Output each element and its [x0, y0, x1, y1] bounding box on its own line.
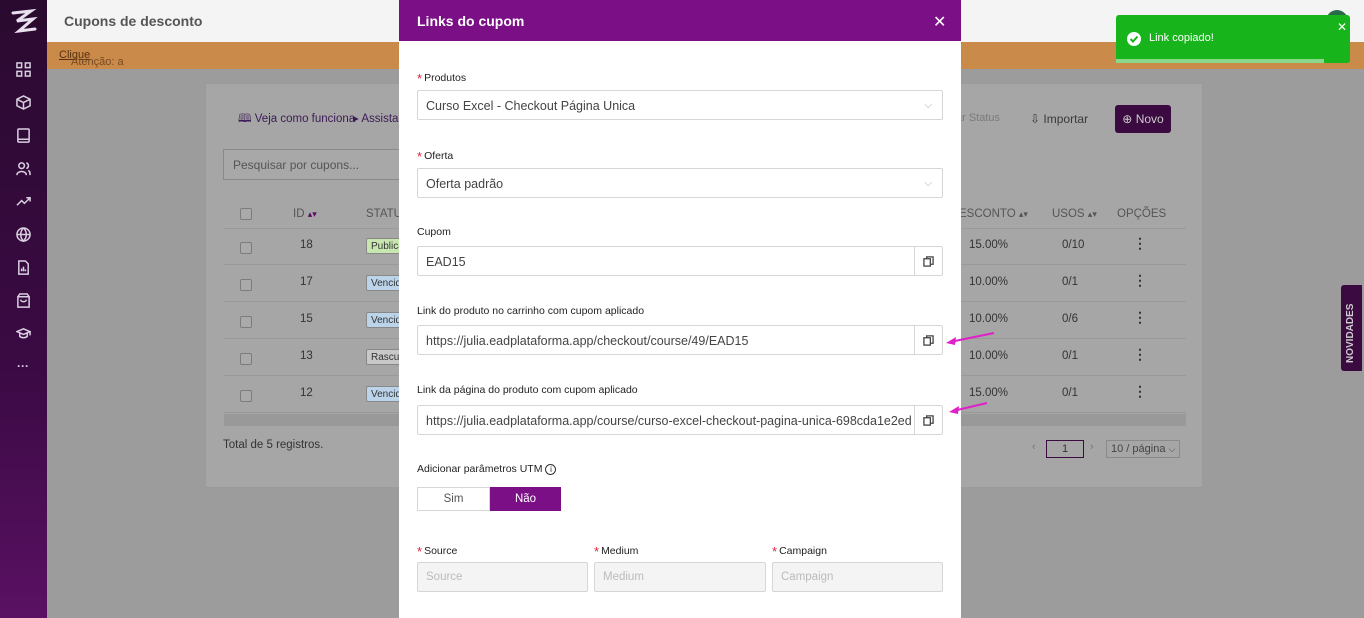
copy-icon — [923, 255, 934, 267]
prev-page-icon[interactable]: ‹ — [1032, 441, 1036, 453]
dashboard-icon[interactable] — [14, 60, 32, 78]
header-options: OPÇÕES — [1117, 208, 1167, 220]
utm-yes-option[interactable]: Sim — [417, 487, 490, 511]
row-discount: 10.00% — [969, 276, 1009, 288]
row-options-icon[interactable]: ⋮ — [1133, 272, 1147, 289]
cart-link-value: https://julia.eadplataforma.app/checkout… — [426, 334, 749, 348]
close-icon[interactable]: ✕ — [933, 12, 946, 32]
utm-toggle[interactable]: Sim Não — [417, 487, 561, 511]
product-label: * Produtos — [417, 71, 467, 86]
header-discount[interactable]: ESCONTO ▴▾ — [959, 208, 1028, 220]
search-input[interactable]: Pesquisar por cupons... — [223, 149, 403, 180]
row-options-icon[interactable]: ⋮ — [1133, 309, 1147, 326]
info-icon[interactable]: i — [545, 464, 557, 475]
globe-icon[interactable] — [14, 225, 32, 243]
sidebar: ··· — [0, 0, 47, 618]
row-uses: 0/1 — [1062, 387, 1078, 399]
offer-label: * Oferta — [417, 149, 454, 164]
graduation-cap-icon[interactable] — [14, 324, 32, 342]
row-discount: 15.00% — [969, 239, 1009, 251]
page-link-value: https://julia.eadplataforma.app/course/c… — [426, 414, 912, 428]
medium-input[interactable]: Medium — [594, 562, 766, 592]
toast-close-icon[interactable]: ✕ — [1337, 20, 1347, 34]
copy-cart-link-button[interactable] — [914, 326, 942, 354]
toast-text: Link copiado! — [1149, 32, 1214, 44]
per-page-select[interactable]: 10 / página ⌵ — [1106, 440, 1180, 458]
row-uses: 0/6 — [1062, 313, 1078, 325]
copy-coupon-button[interactable] — [914, 247, 942, 275]
more-icon[interactable]: ··· — [14, 357, 32, 375]
next-page-icon[interactable]: › — [1090, 441, 1094, 453]
row-discount: 10.00% — [969, 350, 1009, 362]
copy-icon — [923, 414, 934, 426]
assist-link[interactable]: ▸ Assista — [353, 111, 398, 125]
source-input[interactable]: Source — [417, 562, 588, 592]
annotation-arrow — [949, 402, 988, 414]
trending-icon[interactable] — [14, 192, 32, 210]
page-link-field[interactable]: https://julia.eadplataforma.app/course/c… — [417, 405, 943, 435]
status-button[interactable]: ar Status — [956, 112, 1000, 124]
row-checkbox[interactable] — [240, 316, 252, 328]
campaign-input[interactable]: Campaign — [772, 562, 943, 592]
row-id: 13 — [300, 350, 313, 362]
campaign-label: * Campaign — [772, 544, 827, 559]
new-coupon-button[interactable]: ⊕ Novo — [1115, 105, 1171, 133]
row-uses: 0/10 — [1062, 239, 1085, 251]
header-uses[interactable]: USOS ▴▾ — [1052, 208, 1097, 220]
coupon-field[interactable]: EAD15 — [417, 246, 943, 276]
utm-no-option[interactable]: Não — [490, 487, 561, 511]
utm-label: Adicionar parâmetros UTM i — [417, 463, 557, 475]
chevron-down-icon: ⌵ — [924, 100, 932, 111]
product-select[interactable]: Curso Excel - Checkout Página Unica ⌵ — [417, 90, 943, 120]
row-id: 15 — [300, 313, 313, 325]
row-checkbox[interactable] — [240, 353, 252, 365]
row-checkbox[interactable] — [240, 242, 252, 254]
row-id: 17 — [300, 276, 313, 288]
toast-notification: Link copiado! ✕ — [1116, 15, 1350, 63]
row-discount: 15.00% — [969, 387, 1009, 399]
row-options-icon[interactable]: ⋮ — [1133, 346, 1147, 363]
row-options-icon[interactable]: ⋮ — [1133, 235, 1147, 252]
coupon-label: Cupom — [417, 226, 451, 238]
modal-header: Links do cupom ✕ — [399, 0, 961, 41]
book-icon[interactable] — [14, 126, 32, 144]
toast-progress — [1116, 59, 1325, 63]
cart-link-field[interactable]: https://julia.eadplataforma.app/checkout… — [417, 325, 943, 355]
copy-page-link-button[interactable] — [914, 406, 942, 434]
offer-select[interactable]: Oferta padrão ⌵ — [417, 168, 943, 198]
row-id: 18 — [300, 239, 313, 251]
row-checkbox[interactable] — [240, 390, 252, 402]
row-options-icon[interactable]: ⋮ — [1133, 383, 1147, 400]
medium-label: * Medium — [594, 544, 639, 559]
page-link-label: Link da página do produto com cupom apli… — [417, 384, 638, 396]
row-checkbox[interactable] — [240, 279, 252, 291]
coupon-links-modal: Links do cupom ✕ * Produtos Curso Excel -… — [399, 0, 961, 618]
page-title: Cupons de desconto — [64, 13, 203, 29]
cart-link-label: Link do produto no carrinho com cupom ap… — [417, 305, 645, 317]
copy-icon — [923, 334, 934, 346]
row-uses: 0/1 — [1062, 350, 1078, 362]
app-logo-icon[interactable] — [9, 7, 39, 37]
novidades-tab[interactable]: NOVIDADES — [1341, 285, 1362, 371]
how-it-works-link[interactable]: 🕮 Veja como funciona — [238, 111, 355, 130]
page-button[interactable]: 1 — [1046, 440, 1084, 458]
row-uses: 0/1 — [1062, 276, 1078, 288]
box-icon[interactable] — [14, 93, 32, 111]
row-id: 12 — [300, 387, 313, 399]
check-circle-icon — [1127, 32, 1141, 46]
annotation-arrow — [946, 332, 995, 345]
users-icon[interactable] — [14, 159, 32, 177]
modal-title: Links do cupom — [417, 13, 525, 29]
shopping-bag-icon[interactable] — [14, 291, 32, 309]
row-discount: 10.00% — [969, 313, 1009, 325]
report-icon[interactable] — [14, 258, 32, 276]
total-records: Total de 5 registros. — [223, 439, 324, 451]
import-button[interactable]: ⇩ Importar — [1030, 112, 1088, 126]
header-id[interactable]: ID ▴▾ — [293, 208, 317, 220]
chevron-down-icon: ⌵ — [924, 178, 932, 189]
select-all-checkbox[interactable] — [240, 208, 252, 220]
coupon-value: EAD15 — [426, 255, 466, 269]
source-label: * Source — [417, 544, 458, 559]
